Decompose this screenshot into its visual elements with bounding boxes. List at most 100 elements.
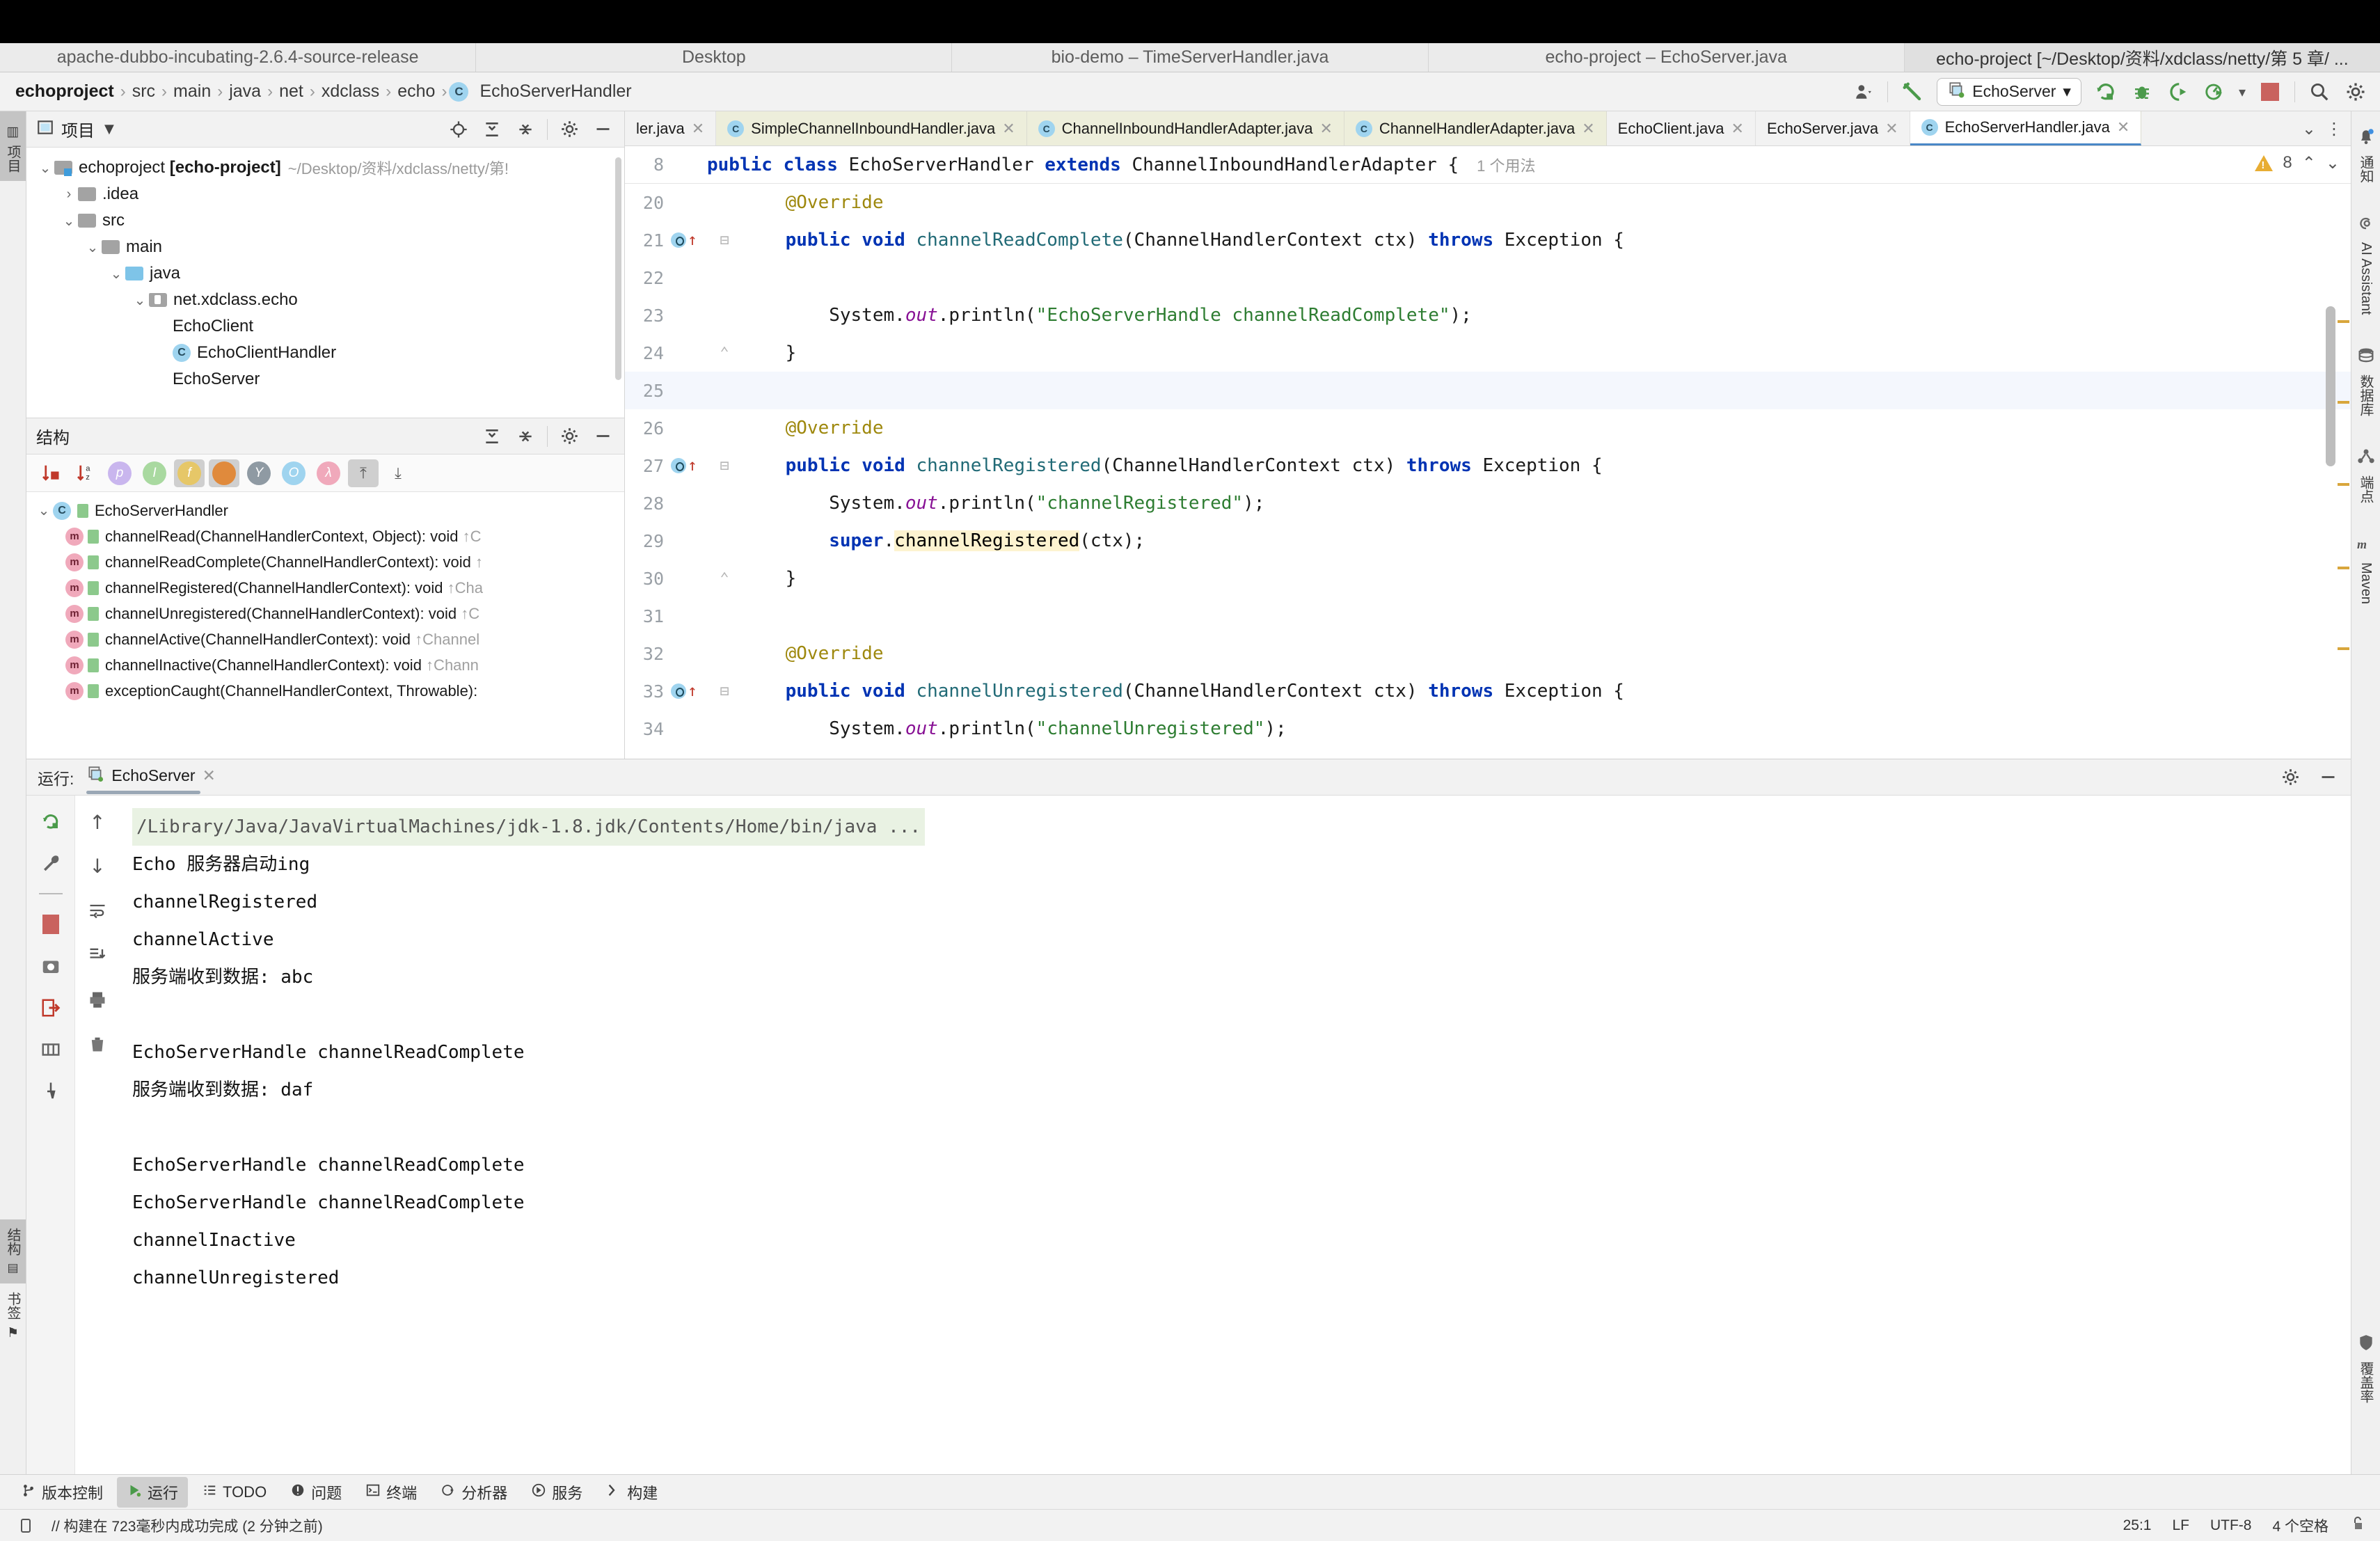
pin-icon[interactable] (39, 1080, 63, 1103)
chevron-down-icon[interactable]: ⌄ (107, 265, 125, 283)
close-icon[interactable]: ✕ (692, 120, 704, 138)
breadcrumb-item-3[interactable]: java (225, 81, 265, 102)
override-gutter-icon[interactable] (671, 232, 686, 248)
code-line[interactable]: 20 @Override (625, 184, 2351, 221)
caret-position[interactable]: 25:1 (2123, 1517, 2152, 1534)
show-anonymous-icon[interactable]: O (278, 459, 309, 487)
editor-tab-0[interactable]: ler.java ✕ (625, 111, 717, 145)
chevron-down-icon[interactable]: ▾ (2063, 83, 2071, 101)
bottom-tab-profiler[interactable]: 分析器 (431, 1477, 517, 1508)
structure-class-node[interactable]: ⌄ C EchoServerHandler (35, 498, 624, 523)
layout-icon[interactable] (39, 1038, 63, 1061)
console-output[interactable]: /Library/Java/JavaVirtualMachines/jdk-1.… (120, 796, 2351, 1474)
run-icon[interactable] (2094, 80, 2118, 104)
editor-tab-5[interactable]: C EchoServer.java ✕ (651, 111, 1910, 887)
code-line[interactable]: 24 ⌃ } (625, 334, 2351, 372)
code-line[interactable]: 22 (625, 259, 2351, 297)
sidebar-item-structure[interactable]: 结构 ▤ (0, 1219, 26, 1283)
sort-alphabetically-icon[interactable]: az (70, 459, 100, 487)
tree-node[interactable]: ⌄ main (36, 234, 624, 260)
window-tab-4[interactable]: echo-project [~/Desktop/资料/xdclass/netty… (1904, 43, 2380, 72)
coverage-icon[interactable] (2166, 80, 2190, 104)
clear-icon[interactable] (86, 1032, 109, 1056)
breadcrumb-file[interactable]: EchoServerHandler (475, 81, 635, 102)
profiler-icon[interactable] (2203, 80, 2226, 104)
structure-method-node[interactable]: m channelInactive(ChannelHandlerContext)… (35, 652, 624, 678)
code-line[interactable]: 23 System.out.println("EchoServerHandle … (625, 297, 2351, 334)
more-options-icon[interactable]: ⋮ (2326, 119, 2342, 139)
code-line[interactable]: 32 @Override (625, 635, 2351, 672)
tree-node[interactable]: ⌄ src (36, 207, 624, 234)
locate-icon[interactable] (447, 118, 470, 141)
gear-icon[interactable] (557, 118, 581, 141)
window-tab-2[interactable]: bio-demo – TimeServerHandler.java (952, 43, 1429, 72)
rerun-icon[interactable] (39, 809, 63, 833)
breadcrumb-item-1[interactable]: src (128, 81, 159, 102)
line-separator[interactable]: LF (2172, 1517, 2189, 1534)
bottom-tab-terminal[interactable]: 终端 (356, 1477, 427, 1508)
minimize-icon[interactable] (591, 425, 614, 448)
editor-tab-bar[interactable]: ler.java ✕ C SimpleChannelInboundHandler.… (625, 111, 2351, 887)
run-session-tab[interactable]: EchoServer ✕ (86, 765, 216, 794)
sidebar-item-通知[interactable]: 通知 (2356, 111, 2376, 198)
close-icon[interactable]: ✕ (1582, 120, 1594, 138)
chevron-down-icon[interactable]: ▼ (104, 122, 114, 136)
close-icon[interactable]: ✕ (1885, 120, 1898, 138)
structure-method-node[interactable]: m channelReadComplete(ChannelHandlerCont… (35, 549, 624, 575)
indent-setting[interactable]: 4 个空格 (2272, 1515, 2329, 1536)
fold-collapse-icon[interactable]: ⊟ (720, 232, 729, 249)
tree-node[interactable]: C EchoClientHandler (36, 340, 624, 366)
chevron-right-icon[interactable]: › (60, 187, 78, 203)
override-gutter-icon[interactable] (671, 458, 686, 473)
console-action-rail[interactable]: ↑ ↓ (75, 796, 120, 1474)
code-line[interactable]: 27 ↑ ⊟ public void channelRegistered(Cha… (625, 447, 2351, 484)
stop-icon[interactable] (2258, 80, 2282, 104)
editor-scrollbar-thumb[interactable] (2326, 306, 2335, 466)
print-icon[interactable] (86, 988, 109, 1011)
collapse-all-icon[interactable] (514, 118, 537, 141)
window-tab-0[interactable]: apache-dubbo-incubating-2.6.4-source-rel… (0, 43, 477, 72)
chevron-down-icon[interactable]: ⌄ (60, 212, 78, 230)
code-line[interactable]: 25 (625, 372, 2351, 409)
memory-icon[interactable] (14, 1514, 38, 1538)
close-icon[interactable]: ✕ (203, 767, 216, 785)
fold-collapse-icon[interactable]: ⊟ (720, 683, 729, 700)
override-gutter-icon[interactable] (671, 683, 686, 699)
code-line[interactable]: 33 ↑ ⊟ public void channelUnregistered(C… (625, 672, 2351, 710)
close-icon[interactable]: ✕ (1002, 120, 1015, 138)
breadcrumb[interactable]: echoproject › src › main › java › net › xdclass › ec… (0, 81, 636, 102)
close-icon[interactable]: ✕ (1319, 120, 1332, 138)
gear-icon[interactable] (2278, 766, 2302, 789)
chevron-down-icon[interactable]: ⌄ (2302, 119, 2316, 139)
tree-node[interactable]: ⌄ java (36, 260, 624, 287)
file-encoding[interactable]: UTF-8 (2210, 1517, 2252, 1534)
code-line[interactable]: 34 System.out.println("channelUnregister… (625, 710, 2351, 748)
structure-method-node[interactable]: m channelRegistered(ChannelHandlerContex… (35, 575, 624, 601)
soft-wrap-icon[interactable] (86, 899, 109, 922)
close-icon[interactable]: ✕ (2117, 118, 2129, 136)
code-line[interactable]: 28 System.out.println("channelRegistered… (625, 484, 2351, 522)
code-line[interactable]: 29 super.channelRegistered(ctx); (625, 522, 2351, 560)
scroll-down-icon[interactable]: ↓ (89, 855, 105, 878)
code-line[interactable]: 26 @Override (625, 409, 2351, 447)
user-account-icon[interactable] (1851, 80, 1875, 104)
editor-tab-4[interactable]: C EchoClient.java ✕ (651, 111, 1756, 887)
gear-icon[interactable] (2344, 80, 2367, 104)
tree-node[interactable]: › .idea (36, 181, 624, 207)
window-tab-3[interactable]: echo-project – EchoServer.java (1429, 43, 1905, 72)
sidebar-item-端点[interactable]: 端点 (2356, 432, 2376, 519)
run-configuration-selector[interactable]: EchoServer ▾ (1937, 77, 2081, 106)
structure-method-node[interactable]: m channelRead(ChannelHandlerContext, Obj… (35, 523, 624, 549)
minimize-icon[interactable] (591, 118, 614, 141)
scroll-up-icon[interactable]: ↑ (89, 811, 105, 834)
sidebar-item-coverage[interactable]: 覆盖率 (2356, 1318, 2376, 1418)
sidebar-item-maven[interactable]: m Maven (2356, 519, 2377, 619)
gear-icon[interactable] (557, 425, 581, 448)
expand-all-icon[interactable] (480, 118, 504, 141)
tree-node[interactable]: C EchoClient (36, 313, 624, 340)
debug-icon[interactable] (2130, 80, 2154, 104)
editor-tab-6[interactable]: C EchoServerHandler.java ✕ (1910, 111, 2142, 145)
collapse-all-icon[interactable] (514, 425, 537, 448)
minimize-icon[interactable] (2316, 766, 2340, 789)
stop-icon[interactable] (39, 912, 63, 936)
